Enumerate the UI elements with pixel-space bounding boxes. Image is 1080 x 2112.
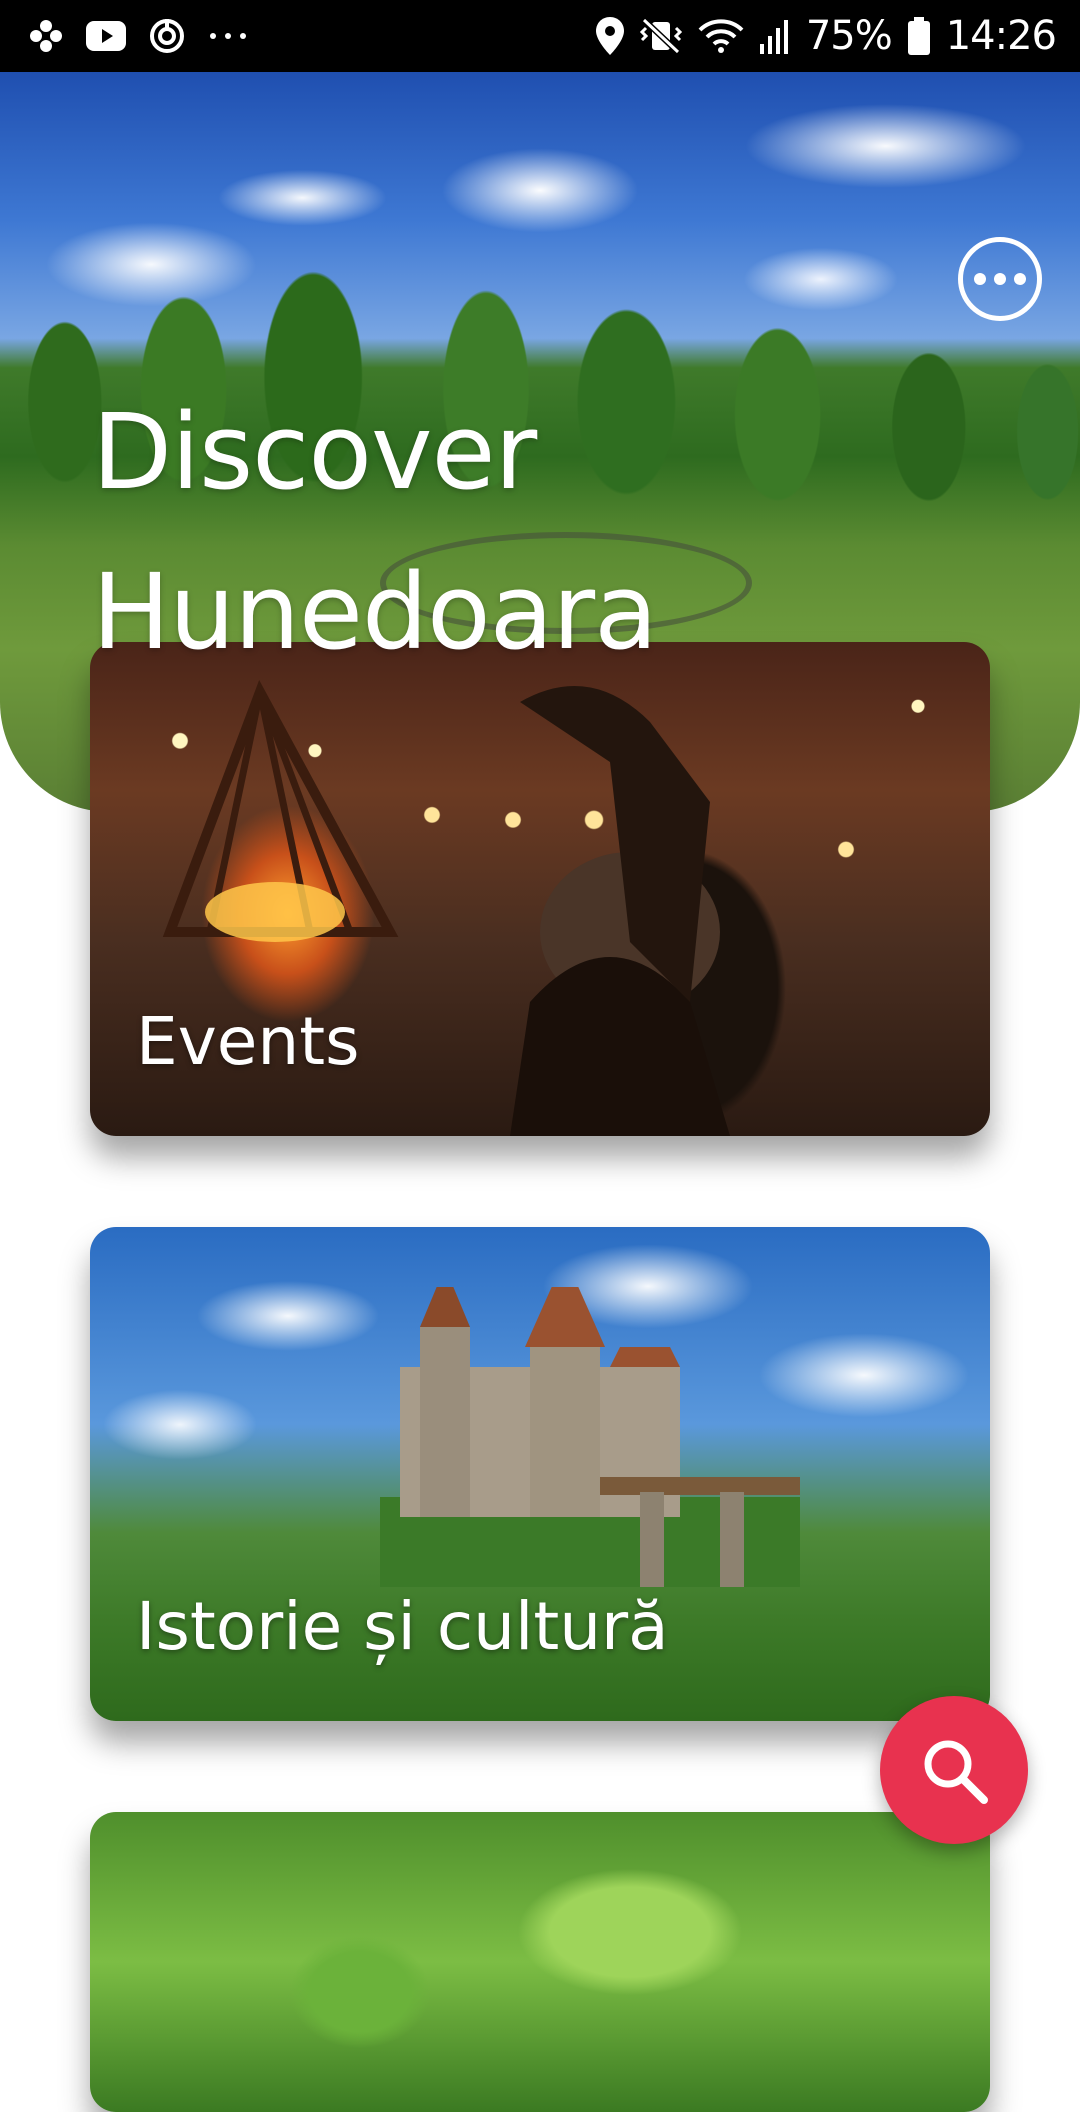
- signal-icon: [759, 18, 790, 54]
- dot: [1014, 273, 1026, 285]
- location-icon: [595, 17, 624, 55]
- category-card-nature[interactable]: [90, 1812, 990, 2112]
- search-icon: [924, 1740, 988, 1804]
- search-button[interactable]: [880, 1696, 1028, 1844]
- pinwheel-icon: [28, 18, 64, 54]
- status-bar-left: [28, 17, 248, 55]
- title-line-2: Hunedoara: [92, 551, 658, 673]
- battery-icon: [907, 17, 930, 55]
- wifi-icon: [698, 18, 744, 54]
- battery-percent: 75%: [805, 13, 893, 59]
- sync-icon: [148, 17, 186, 55]
- status-bar: 75% 14:26: [0, 0, 1080, 72]
- card-label: Events: [136, 1003, 360, 1080]
- vibrate-icon: [639, 18, 682, 54]
- card-label: Istorie și cultură: [136, 1588, 669, 1665]
- more-dots-icon: [208, 31, 248, 41]
- clock: 14:26: [945, 13, 1057, 59]
- status-bar-right: 75% 14:26: [595, 13, 1057, 59]
- more-options-icon[interactable]: [958, 237, 1042, 321]
- castle-illustration: [380, 1287, 800, 1587]
- page-title: Discover Hunedoara: [92, 372, 658, 692]
- dot: [994, 273, 1006, 285]
- dot: [974, 273, 986, 285]
- category-card-events[interactable]: Events: [90, 642, 990, 1136]
- title-line-1: Discover: [92, 391, 537, 513]
- youtube-icon: [86, 21, 126, 51]
- category-card-history-culture[interactable]: Istorie și cultură: [90, 1227, 990, 1721]
